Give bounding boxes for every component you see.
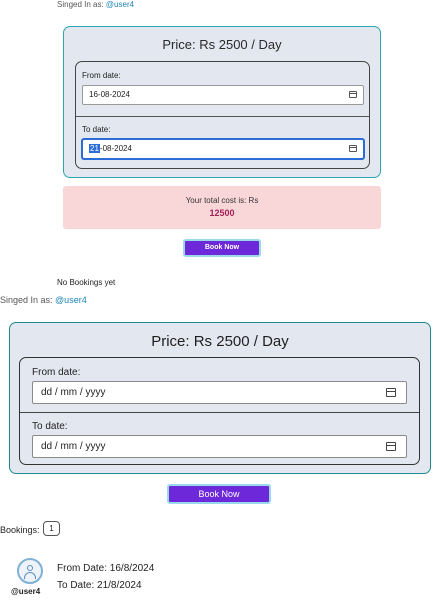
to-date-value: -08-2024 — [99, 144, 132, 153]
from-date-value: 16-08-2024 — [89, 90, 130, 99]
username-link[interactable]: @user4 — [106, 0, 134, 9]
to-date-input[interactable]: dd / mm / yyyy — [32, 435, 407, 458]
to-date-label: To date: — [82, 125, 111, 134]
from-date-input[interactable]: 16-08-2024 — [82, 85, 364, 105]
to-date-input[interactable]: 21-08-2024 — [82, 139, 364, 159]
price-card: Price: Rs 2500 / Day From date: 16-08-20… — [63, 26, 381, 178]
book-now-button[interactable]: Book Now — [183, 239, 261, 257]
to-date-selected-segment: 21 — [89, 144, 100, 153]
total-cost-panel: Your total cost is: Rs 12500 — [63, 186, 381, 229]
booking-username: @user4 — [11, 587, 41, 596]
booking-from-date: From Date: 16/8/2024 — [57, 563, 155, 574]
bookings-count-badge: 1 — [43, 521, 60, 536]
signed-in-text: Singed In as: @user4 — [0, 295, 87, 305]
total-cost-value: 12500 — [209, 208, 235, 218]
from-date-placeholder: dd / mm / yyyy — [41, 387, 106, 398]
price-title: Price: Rs 2500 / Day — [151, 333, 289, 350]
username-link[interactable]: @user4 — [55, 295, 87, 305]
avatar-icon — [17, 558, 43, 584]
to-date-label: To date: — [32, 421, 68, 432]
from-date-label: From date: — [32, 367, 81, 378]
calendar-icon[interactable] — [386, 442, 396, 451]
price-title: Price: Rs 2500 / Day — [162, 37, 282, 52]
to-date-placeholder: dd / mm / yyyy — [41, 441, 106, 452]
calendar-icon[interactable] — [349, 145, 357, 152]
total-cost-label: Your total cost is: Rs — [185, 196, 259, 205]
price-card: Price: Rs 2500 / Day From date: dd / mm … — [9, 322, 431, 474]
bookings-label: Bookings: — [0, 525, 40, 535]
book-now-button[interactable]: Book Now — [167, 484, 271, 504]
signed-in-text: Singed In as: @user4 — [57, 0, 134, 9]
from-date-label: From date: — [82, 71, 121, 80]
booking-to-date: To Date: 21/8/2024 — [57, 580, 142, 591]
signed-in-label: Singed In as: — [57, 0, 106, 9]
divider — [20, 412, 419, 413]
no-bookings-text: No Bookings yet — [57, 278, 116, 287]
date-picker-box: From date: dd / mm / yyyy To date: dd / … — [19, 357, 420, 465]
calendar-icon[interactable] — [386, 388, 396, 397]
signed-in-label: Singed In as: — [0, 295, 56, 305]
date-picker-box: From date: 16-08-2024 To date: 21-08-202… — [75, 61, 370, 169]
divider — [76, 116, 369, 117]
calendar-icon[interactable] — [349, 91, 357, 98]
from-date-input[interactable]: dd / mm / yyyy — [32, 381, 407, 404]
